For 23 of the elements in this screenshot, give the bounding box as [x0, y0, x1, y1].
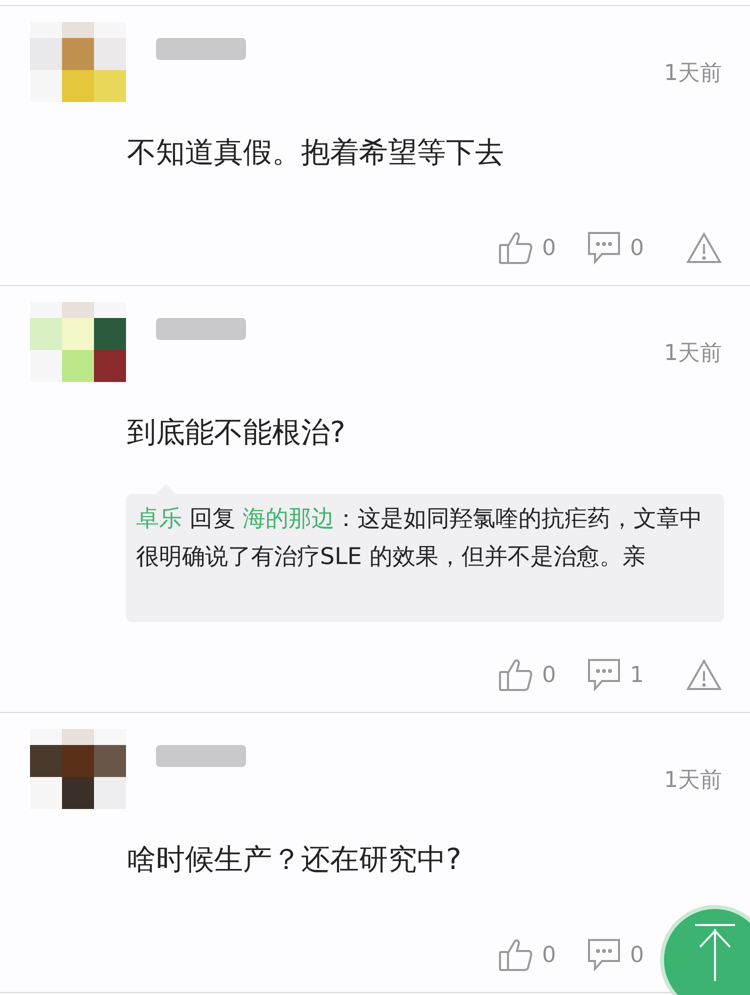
comment-icon[interactable]	[586, 657, 622, 693]
warning-icon[interactable]	[686, 659, 722, 691]
reply-text: 卓乐 回复 海的那边：这是如同羟氯喹的抗疟药，文章中很明确说了有治疗SLE 的效果，但并不是治愈。亲	[136, 505, 704, 572]
comment-text: 不知道真假。抱着希望等下去	[127, 134, 505, 171]
warning-icon[interactable]	[686, 232, 722, 264]
comment-icon[interactable]	[586, 230, 622, 266]
like-button[interactable]: 0	[498, 658, 556, 692]
comment-text: 啥时候生产？还在研究中?	[127, 841, 462, 878]
reply-button[interactable]: 0	[586, 230, 644, 266]
reply-button[interactable]: 0	[586, 937, 644, 973]
timestamp: 1天前	[664, 767, 722, 795]
timestamp: 1天前	[664, 340, 722, 368]
timestamp: 1天前	[664, 60, 722, 88]
like-button[interactable]: 0	[498, 938, 556, 972]
thumbs-up-icon[interactable]	[498, 231, 534, 265]
reply-button[interactable]: 1	[586, 657, 644, 693]
reply-target-link[interactable]: 海的那边	[242, 506, 335, 532]
comment-icon[interactable]	[586, 937, 622, 973]
reply-author-link[interactable]: 卓乐	[136, 506, 182, 532]
like-button[interactable]: 0	[498, 231, 556, 265]
thumbs-up-icon[interactable]	[498, 658, 534, 692]
thumbs-up-icon[interactable]	[498, 938, 534, 972]
comment-text: 到底能不能根治?	[127, 414, 346, 451]
